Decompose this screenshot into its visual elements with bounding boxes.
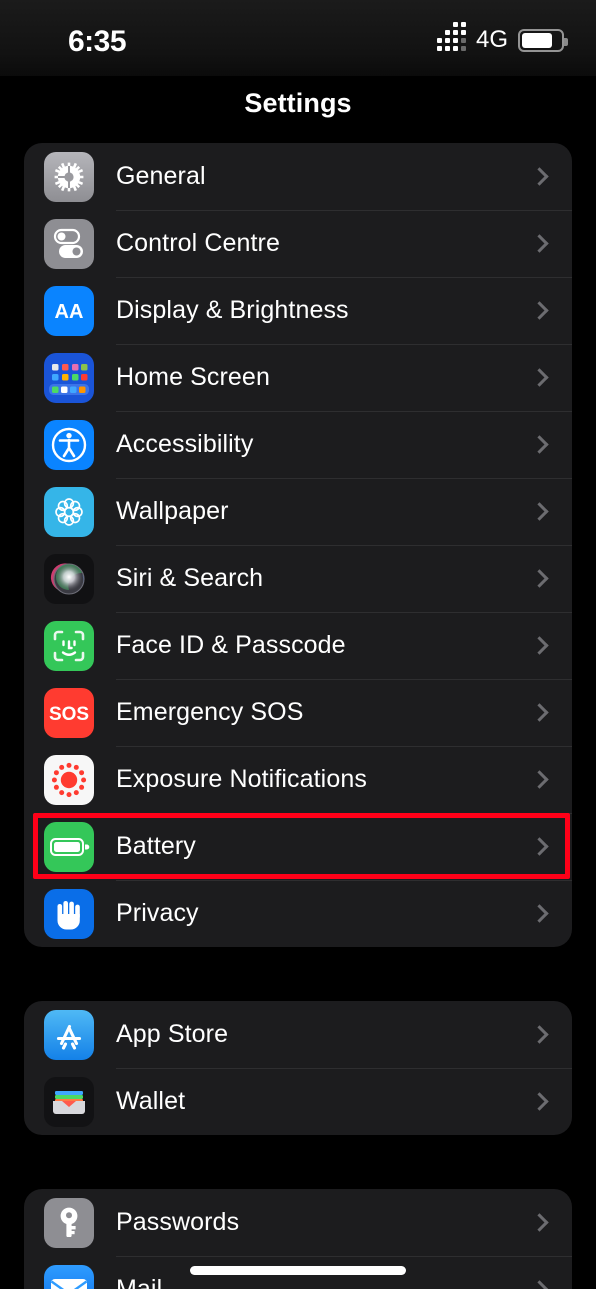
settings-row-passwords[interactable]: Passwords: [24, 1189, 572, 1256]
settings-row-label: Wallpaper: [116, 497, 229, 525]
settings-row-label: Wallet: [116, 1087, 186, 1115]
settings-row-face-id-passcode[interactable]: Face ID & Passcode: [24, 612, 572, 679]
chevron-right-icon: [530, 569, 549, 588]
accessibility-person-icon: [44, 419, 94, 470]
settings-row-label: Siri & Search: [116, 564, 264, 592]
settings-group-system: General Control Centre AA Display & Brig…: [24, 143, 572, 947]
chevron-right-icon: [530, 1280, 549, 1289]
app-store-icon: [44, 1009, 94, 1060]
chevron-right-icon: [530, 435, 549, 454]
chevron-right-icon: [530, 301, 549, 320]
settings-list: General Control Centre AA Display & Brig…: [0, 143, 596, 1289]
settings-row-label: Control Centre: [116, 229, 280, 257]
privacy-hand-icon: [44, 888, 94, 939]
settings-row-label: Face ID & Passcode: [116, 631, 346, 659]
settings-row-app-store[interactable]: App Store: [24, 1001, 572, 1068]
status-bar: 6:35 4G: [0, 0, 596, 76]
wallpaper-flower-icon: [44, 486, 94, 537]
mail-icon: [44, 1264, 94, 1289]
settings-row-exposure-notifications[interactable]: Exposure Notifications: [24, 746, 572, 813]
settings-row-label: Passwords: [116, 1208, 240, 1236]
settings-row-wallet[interactable]: Wallet: [24, 1068, 572, 1135]
status-indicators: 4G: [436, 22, 568, 54]
control-centre-toggles-icon: [44, 218, 94, 269]
battery-green-icon: [44, 821, 94, 872]
chevron-right-icon: [530, 1025, 549, 1044]
chevron-right-icon: [530, 770, 549, 789]
settings-row-label: Battery: [116, 832, 196, 860]
settings-row-general[interactable]: General: [24, 143, 572, 210]
page-title: Settings: [244, 88, 352, 118]
signal-dots-icon: [436, 22, 466, 51]
network-type-label: 4G: [475, 26, 508, 53]
chevron-right-icon: [530, 636, 549, 655]
display-brightness-aa-icon: AA: [44, 285, 94, 336]
chevron-right-icon: [530, 703, 549, 722]
settings-row-label: Accessibility: [116, 430, 254, 458]
settings-row-label: Privacy: [116, 899, 199, 927]
settings-row-siri-search[interactable]: Siri & Search: [24, 545, 572, 612]
chevron-right-icon: [530, 837, 549, 856]
settings-row-label: General: [116, 162, 206, 190]
settings-row-accessibility[interactable]: Accessibility: [24, 411, 572, 478]
settings-row-label: Display & Brightness: [116, 296, 349, 324]
siri-orb-icon: [44, 553, 94, 604]
settings-row-label: Emergency SOS: [116, 698, 304, 726]
chevron-right-icon: [530, 234, 549, 253]
settings-row-privacy[interactable]: Privacy: [24, 880, 572, 947]
settings-row-home-screen[interactable]: Home Screen: [24, 344, 572, 411]
key-icon: [44, 1197, 94, 1248]
chevron-right-icon: [530, 167, 549, 186]
home-screen-grid-icon: [44, 352, 94, 403]
settings-row-control-centre[interactable]: Control Centre: [24, 210, 572, 277]
settings-row-label: Mail: [116, 1275, 163, 1289]
settings-screen: 6:35 4G Settings General Control Centre …: [0, 0, 596, 1289]
chevron-right-icon: [530, 368, 549, 387]
status-time: 6:35: [68, 25, 127, 58]
svg-text:SOS: SOS: [49, 704, 89, 725]
chevron-right-icon: [530, 1092, 549, 1111]
settings-row-emergency-sos[interactable]: SOS Emergency SOS: [24, 679, 572, 746]
chevron-right-icon: [530, 502, 549, 521]
settings-row-label: App Store: [116, 1020, 229, 1048]
home-indicator[interactable]: [190, 1266, 406, 1275]
settings-row-battery[interactable]: Battery: [24, 813, 572, 880]
settings-row-label: Home Screen: [116, 363, 270, 391]
wallet-icon: [44, 1076, 94, 1127]
exposure-notifications-icon: [44, 754, 94, 805]
settings-row-label: Exposure Notifications: [116, 765, 367, 793]
chevron-right-icon: [530, 904, 549, 923]
settings-row-wallpaper[interactable]: Wallpaper: [24, 478, 572, 545]
settings-row-display-brightness[interactable]: AA Display & Brightness: [24, 277, 572, 344]
battery-icon: [518, 28, 568, 52]
face-id-icon: [44, 620, 94, 671]
gear-icon: [44, 151, 94, 202]
svg-text:AA: AA: [55, 301, 84, 323]
settings-group-store: App Store Wallet: [24, 1001, 572, 1135]
emergency-sos-icon: SOS: [44, 687, 94, 738]
chevron-right-icon: [530, 1213, 549, 1232]
